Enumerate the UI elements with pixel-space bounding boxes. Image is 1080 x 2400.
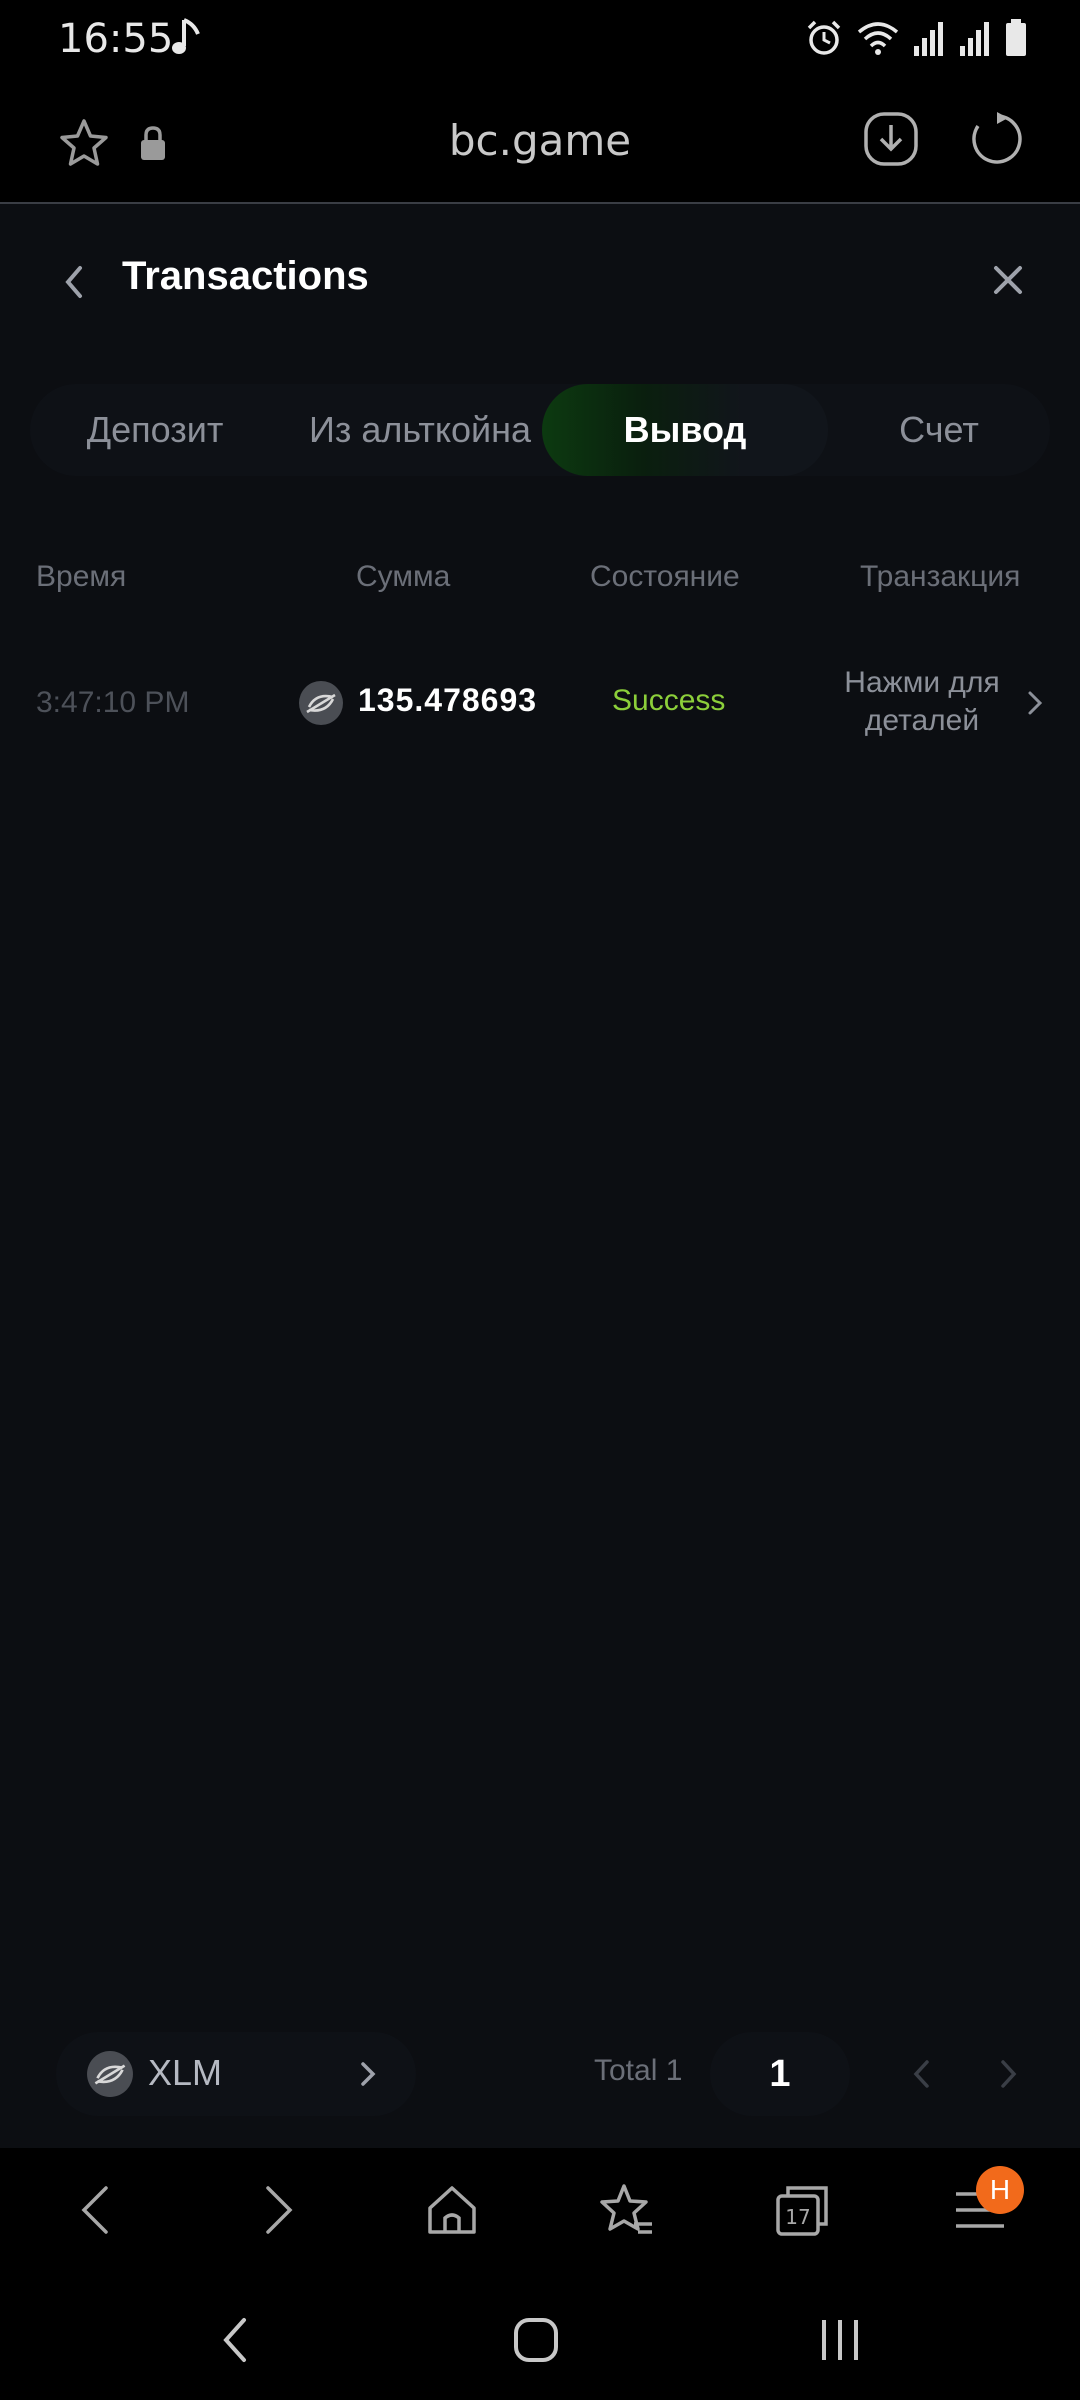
wifi-icon — [857, 22, 899, 55]
battery-icon — [1006, 19, 1026, 56]
stellar-coin-icon — [87, 2051, 133, 2097]
tab-account[interactable]: Счет — [828, 384, 1050, 476]
coin-selector[interactable]: XLM — [56, 2032, 416, 2116]
coin-selector-label: XLM — [148, 2052, 223, 2093]
system-navigation-bar — [0, 2274, 1080, 2400]
column-header-time: Время — [36, 560, 127, 593]
browser-forward-icon[interactable] — [244, 2178, 308, 2242]
system-recent-apps-icon[interactable] — [810, 2310, 870, 2370]
signal-icon — [914, 22, 943, 56]
browser-address-bar: bc.game — [0, 80, 1080, 204]
download-icon[interactable] — [862, 110, 920, 168]
row-details-link[interactable]: Нажми для деталей — [822, 664, 1022, 740]
alarm-icon — [807, 20, 841, 55]
tab-withdraw[interactable]: Вывод — [542, 384, 828, 476]
home-icon[interactable] — [420, 2178, 484, 2242]
stellar-coin-icon — [299, 681, 343, 725]
bookmarks-star-icon[interactable] — [594, 2178, 658, 2242]
transactions-panel: Transactions Депозит Из альткойна Вывод … — [0, 204, 1080, 2148]
tabs-icon[interactable]: 17 — [770, 2178, 834, 2242]
back-chevron-icon[interactable] — [56, 260, 92, 304]
transaction-type-tabs: Депозит Из альткойна Вывод Счет — [30, 384, 1050, 476]
system-back-icon[interactable] — [206, 2310, 266, 2370]
current-page[interactable]: 1 — [710, 2032, 850, 2116]
music-note-icon — [172, 18, 200, 54]
signal-icon-2 — [960, 22, 989, 56]
browser-back-icon[interactable] — [66, 2178, 130, 2242]
page-title: Transactions — [122, 254, 369, 298]
prev-page-icon[interactable] — [910, 2056, 932, 2092]
chevron-right-icon — [361, 2062, 376, 2086]
column-header-amount: Сумма — [356, 560, 451, 593]
status-icons — [804, 18, 1028, 58]
column-header-transaction: Транзакция — [860, 560, 1021, 593]
svg-text:17: 17 — [785, 2205, 810, 2229]
next-page-icon[interactable] — [998, 2056, 1020, 2092]
close-icon[interactable] — [990, 262, 1026, 298]
chevron-right-icon[interactable] — [1026, 688, 1044, 718]
status-time: 16:55 — [58, 16, 174, 62]
status-bar: 16:55 — [0, 0, 1080, 80]
menu-notification-badge: H — [976, 2166, 1024, 2214]
reload-icon[interactable] — [968, 110, 1026, 168]
browser-toolbar: 17 H — [0, 2148, 1080, 2274]
table-row[interactable]: 3:47:10 PM 135.478693 Success Нажми для … — [0, 644, 1080, 764]
tab-from-altcoin[interactable]: Из альткойна — [280, 384, 560, 476]
tab-deposit[interactable]: Депозит — [30, 384, 280, 476]
row-amount: 135.478693 — [358, 682, 538, 718]
row-time: 3:47:10 PM — [36, 686, 190, 719]
pagination-controls: XLM Total 1 1 — [0, 2024, 1080, 2124]
system-home-icon[interactable] — [506, 2310, 566, 2370]
row-state-success: Success — [612, 684, 726, 717]
column-header-state: Состояние — [590, 560, 740, 593]
total-count: Total 1 — [594, 2054, 683, 2087]
